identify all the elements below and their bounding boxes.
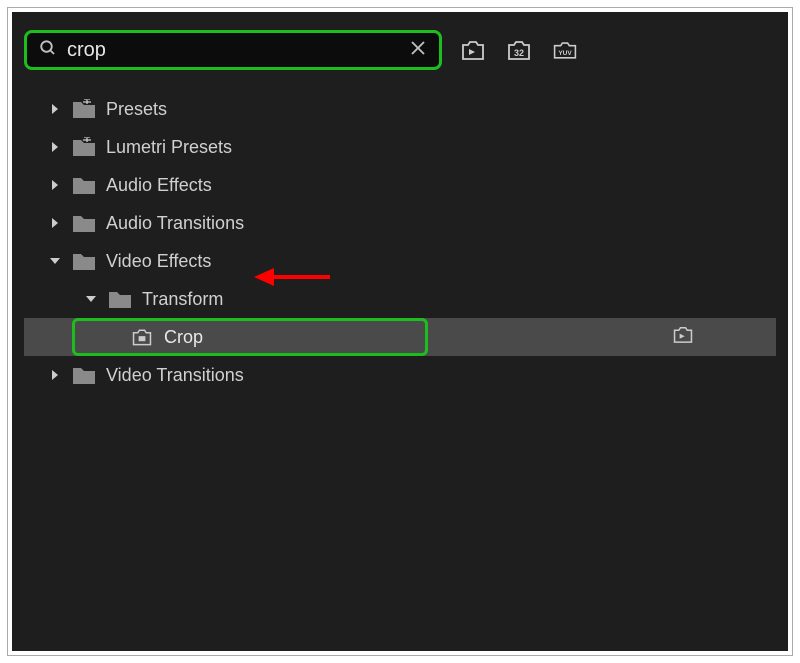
tree-label: Lumetri Presets <box>106 137 232 158</box>
search-icon <box>39 39 57 62</box>
folder-icon <box>108 289 132 309</box>
tree-label: Video Transitions <box>106 365 244 386</box>
folder-icon <box>72 175 96 195</box>
tree-item-presets[interactable]: Presets <box>48 90 768 128</box>
search-row: 32 YUV <box>24 30 776 70</box>
tree-item-video-transitions[interactable]: Video Transitions <box>48 356 768 394</box>
tree-item-audio-transitions[interactable]: Audio Transitions <box>48 204 768 242</box>
32bit-effects-icon[interactable]: 32 <box>506 39 532 61</box>
yuv-effects-icon[interactable]: YUV <box>552 39 578 61</box>
tree-label: Audio Effects <box>106 175 212 196</box>
search-box[interactable] <box>24 30 442 70</box>
tree-label: Video Effects <box>106 251 211 272</box>
effects-panel: 32 YUV Presets <box>12 12 788 651</box>
chevron-down-icon <box>84 294 98 304</box>
tree-label: Transform <box>142 289 223 310</box>
effects-tree: Presets Lumetri Presets <box>24 90 776 394</box>
chevron-right-icon <box>48 141 62 153</box>
presets-folder-icon <box>72 99 96 119</box>
chevron-right-icon <box>48 179 62 191</box>
clear-search-icon[interactable] <box>409 37 427 63</box>
chevron-right-icon <box>48 217 62 229</box>
effect-icon <box>130 327 154 347</box>
accelerated-effects-icon[interactable] <box>460 39 486 61</box>
svg-text:32: 32 <box>514 48 524 58</box>
accelerated-badge-icon <box>672 325 694 349</box>
folder-icon <box>72 251 96 271</box>
filter-toolbar: 32 YUV <box>460 39 578 61</box>
folder-icon <box>72 365 96 385</box>
chevron-down-icon <box>48 256 62 266</box>
screenshot-frame: 32 YUV Presets <box>7 7 793 656</box>
chevron-right-icon <box>48 369 62 381</box>
tree-item-transform[interactable]: Transform <box>48 280 768 318</box>
tree-label: Crop <box>164 327 203 348</box>
svg-text:YUV: YUV <box>558 50 572 57</box>
tree-label: Audio Transitions <box>106 213 244 234</box>
tree-item-video-effects[interactable]: Video Effects <box>48 242 768 280</box>
tree-label: Presets <box>106 99 167 120</box>
search-input[interactable] <box>67 39 409 62</box>
chevron-right-icon <box>48 103 62 115</box>
folder-icon <box>72 213 96 233</box>
presets-folder-icon <box>72 137 96 157</box>
tree-item-lumetri-presets[interactable]: Lumetri Presets <box>48 128 768 166</box>
tree-item-crop[interactable]: Crop <box>24 318 776 356</box>
tree-item-audio-effects[interactable]: Audio Effects <box>48 166 768 204</box>
